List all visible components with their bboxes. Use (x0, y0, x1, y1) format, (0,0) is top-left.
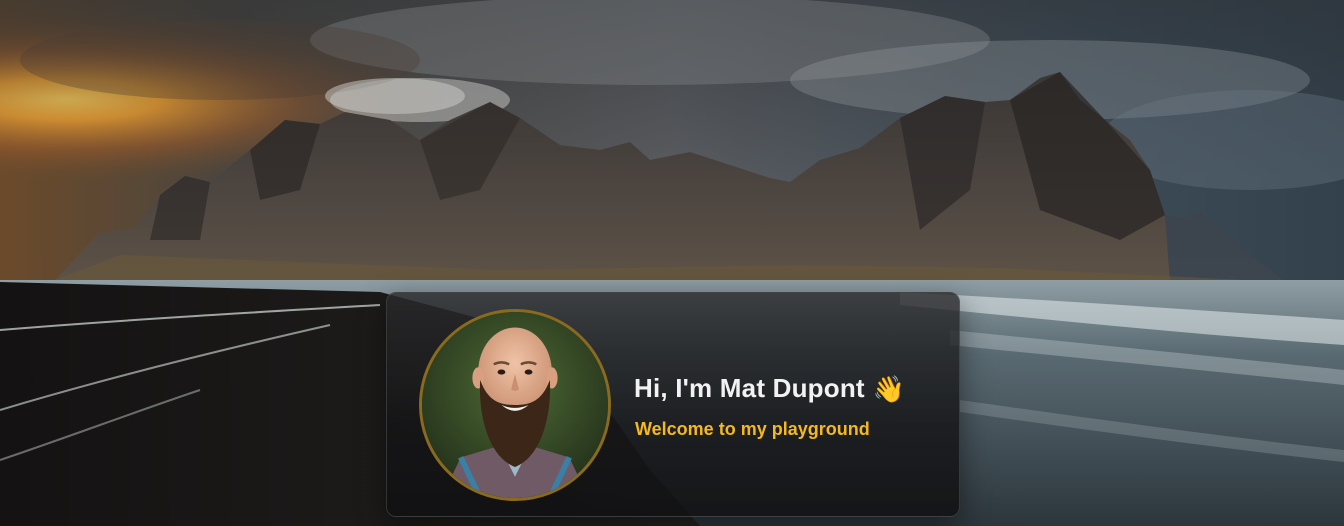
avatar (419, 309, 611, 501)
greeting-text: Hi, I'm Mat Dupont (634, 373, 865, 403)
bearded-man-portrait-icon (422, 312, 608, 498)
hero-section: Hi, I'm Mat Dupont 👋 Welcome to my playgr… (0, 0, 1344, 526)
tagline: Welcome to my playground (635, 419, 870, 439)
profile-card: Hi, I'm Mat Dupont 👋 Welcome to my playgr… (386, 292, 960, 517)
waving-hand-icon: 👋 (872, 374, 906, 404)
greeting-heading: Hi, I'm Mat Dupont 👋 (634, 371, 905, 406)
